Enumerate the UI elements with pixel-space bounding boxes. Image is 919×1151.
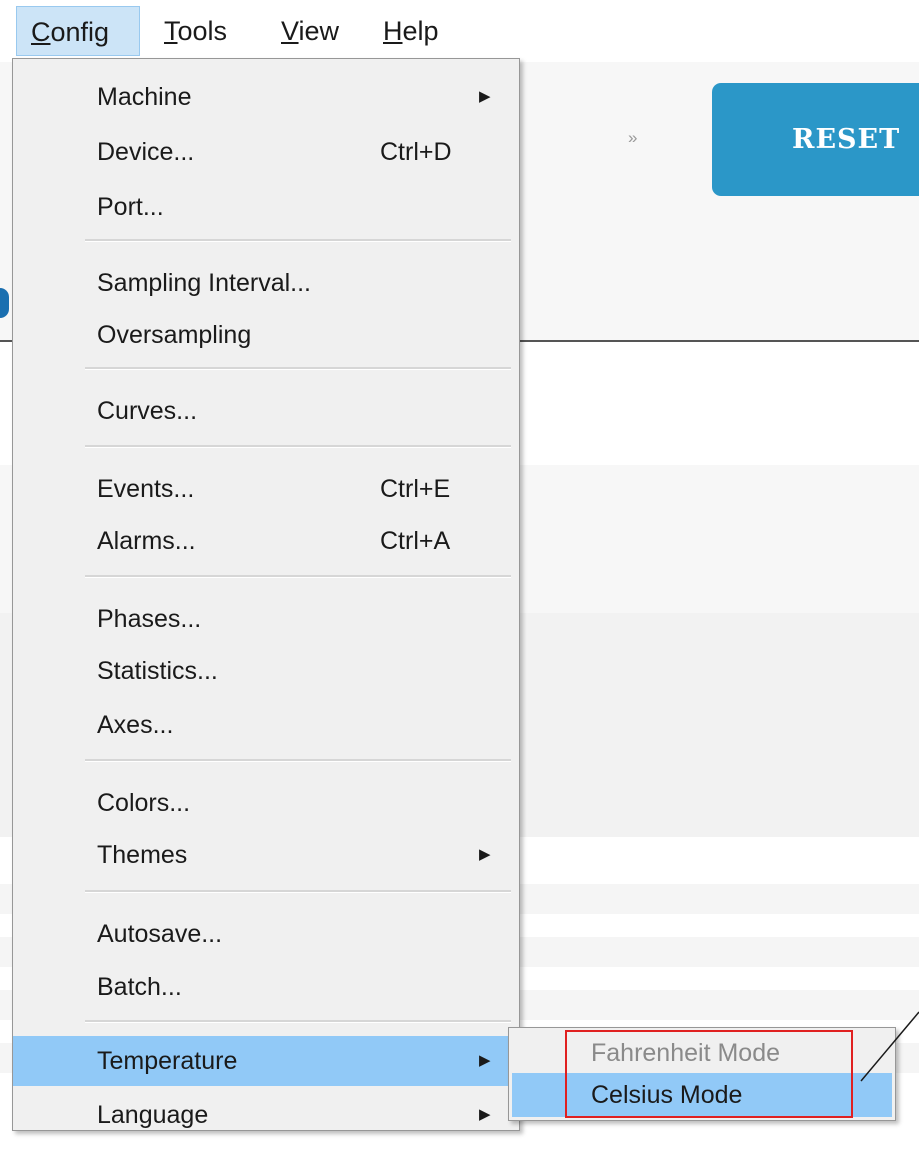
annotation-pointer-line <box>860 1011 919 1082</box>
